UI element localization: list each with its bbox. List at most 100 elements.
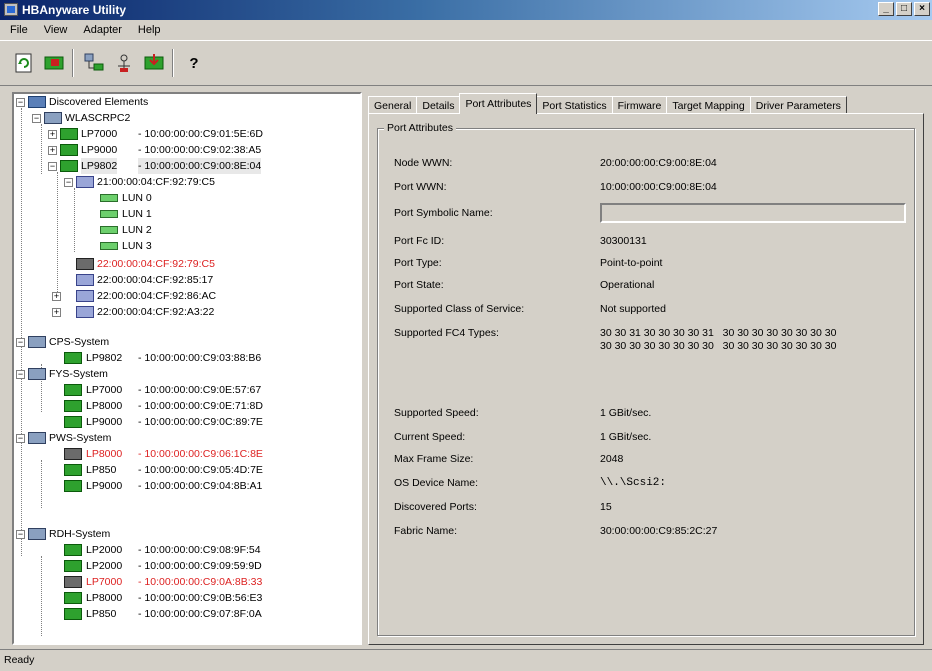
- port-symbolic-name-field[interactable]: [600, 203, 906, 223]
- port-state-label: Port State:: [394, 279, 444, 291]
- detail-panel: General Details Port Attributes Port Sta…: [368, 92, 924, 645]
- status-text: Ready: [4, 654, 35, 666]
- target-icon: [76, 306, 94, 318]
- port-attributes-group: Port Attributes Node WWN: 20:00:00:00:C9…: [377, 122, 915, 636]
- expand-icon[interactable]: +: [52, 308, 61, 317]
- maximize-button[interactable]: □: [896, 2, 912, 16]
- adapter-icon: [64, 480, 82, 492]
- app-icon: [4, 3, 18, 16]
- node-wwn-value: 20:00:00:00:C9:00:8E:04: [600, 157, 717, 169]
- menu-adapter[interactable]: Adapter: [77, 22, 128, 38]
- collapse-icon[interactable]: −: [16, 370, 25, 379]
- adapter-icon: [64, 560, 82, 572]
- group-title: Port Attributes: [384, 122, 456, 134]
- supported-class-value: Not supported: [600, 303, 666, 315]
- tab-port-attributes[interactable]: Port Attributes: [459, 93, 538, 114]
- offline-target-icon: [76, 258, 94, 270]
- tab-target-mapping[interactable]: Target Mapping: [666, 96, 751, 114]
- tab-firmware[interactable]: Firmware: [611, 96, 668, 114]
- tab-port-statistics[interactable]: Port Statistics: [536, 96, 613, 114]
- adapter-icon: [64, 352, 82, 364]
- menu-bar: File View Adapter Help: [0, 20, 932, 40]
- expand-icon[interactable]: +: [48, 130, 57, 139]
- discovered-ports-value: 15: [600, 501, 612, 513]
- reset-adapter-icon[interactable]: [40, 49, 68, 77]
- collapse-icon[interactable]: −: [48, 162, 57, 171]
- host-icon: [28, 528, 46, 540]
- tree-connector: [41, 460, 42, 508]
- adapter-icon: [64, 464, 82, 476]
- tree-connector: [41, 124, 42, 174]
- menu-file[interactable]: File: [4, 22, 34, 38]
- target-icon: [76, 176, 94, 188]
- supported-class-label: Supported Class of Service:: [394, 303, 525, 315]
- collapse-icon[interactable]: −: [64, 178, 73, 187]
- adapter-icon: [64, 592, 82, 604]
- max-frame-size-value: 2048: [600, 453, 624, 465]
- adapter-icon: [64, 384, 82, 396]
- lun-icon: [100, 194, 118, 202]
- tree-connector: [41, 556, 42, 636]
- node-wwn-label: Node WWN:: [394, 157, 453, 169]
- max-frame-size-label: Max Frame Size:: [394, 453, 474, 465]
- supported-speed-label: Supported Speed:: [394, 407, 479, 419]
- supported-fc4-label: Supported FC4 Types:: [394, 327, 499, 339]
- port-type-value: Point-to-point: [600, 257, 663, 269]
- lun-icon: [100, 210, 118, 218]
- adapter-icon: [64, 544, 82, 556]
- lun-icon: [100, 242, 118, 250]
- sort-by-fabric-icon[interactable]: [110, 49, 138, 77]
- adapter-icon: [64, 416, 82, 428]
- host-icon: [28, 368, 46, 380]
- adapter-icon: [60, 144, 78, 156]
- collapse-icon[interactable]: −: [16, 434, 25, 443]
- collapse-icon[interactable]: −: [16, 530, 25, 539]
- os-device-name-label: OS Device Name:: [394, 477, 479, 489]
- port-state-value: Operational: [600, 279, 655, 291]
- lun-icon: [100, 226, 118, 234]
- collapse-icon[interactable]: −: [32, 114, 41, 123]
- supported-fc4-value: 30 30 31 30 30 30 30 31 30 30 30 30 30 3…: [600, 327, 837, 352]
- help-icon[interactable]: ?: [180, 49, 208, 77]
- discovered-elements-tree[interactable]: − Discovered Elements − WLASCRPC2 + LP70…: [12, 92, 362, 645]
- tab-details[interactable]: Details: [416, 96, 461, 114]
- port-wwn-value: 10:00:00:00:C9:00:8E:04: [600, 181, 717, 193]
- port-symbolic-name-label: Port Symbolic Name:: [394, 207, 493, 219]
- port-wwn-label: Port WWN:: [394, 181, 447, 193]
- tree-connector: [57, 172, 58, 300]
- target-icon: [76, 290, 94, 302]
- os-device-name-value: \\.\Scsi2:: [600, 477, 667, 489]
- network-icon: [28, 96, 46, 108]
- tab-content: Port Attributes Node WWN: 20:00:00:00:C9…: [368, 113, 924, 645]
- supported-speed-value: 1 GBit/sec.: [600, 407, 652, 419]
- window-title: HBAnyware Utility: [22, 3, 127, 17]
- discover-refresh-icon[interactable]: [10, 49, 38, 77]
- menu-view[interactable]: View: [38, 22, 74, 38]
- tab-general[interactable]: General: [368, 96, 418, 114]
- toolbar-separator: [172, 49, 174, 77]
- host-icon: [44, 112, 62, 124]
- adapter-icon: [64, 608, 82, 620]
- window-controls: _ □ ×: [878, 2, 930, 18]
- download-firmware-icon[interactable]: [140, 49, 168, 77]
- adapter-icon: [64, 400, 82, 412]
- port-fc-id-value: 30300131: [600, 235, 647, 247]
- collapse-icon[interactable]: −: [16, 338, 25, 347]
- tab-driver-parameters[interactable]: Driver Parameters: [749, 96, 847, 114]
- host-icon: [28, 432, 46, 444]
- expand-icon[interactable]: +: [48, 146, 57, 155]
- sort-by-host-icon[interactable]: [80, 49, 108, 77]
- collapse-icon[interactable]: −: [16, 98, 25, 107]
- port-fc-id-label: Port Fc ID:: [394, 235, 445, 247]
- title-bar: HBAnyware Utility _ □ ×: [0, 0, 932, 20]
- fabric-name-label: Fabric Name:: [394, 525, 458, 537]
- adapter-icon: [60, 128, 78, 140]
- menu-help[interactable]: Help: [132, 22, 167, 38]
- current-speed-value: 1 GBit/sec.: [600, 431, 652, 443]
- minimize-button[interactable]: _: [878, 2, 894, 16]
- toolbar-separator: [72, 49, 74, 77]
- port-type-label: Port Type:: [394, 257, 442, 269]
- expand-icon[interactable]: +: [52, 292, 61, 301]
- close-button[interactable]: ×: [914, 2, 930, 16]
- tree-connector: [21, 108, 22, 556]
